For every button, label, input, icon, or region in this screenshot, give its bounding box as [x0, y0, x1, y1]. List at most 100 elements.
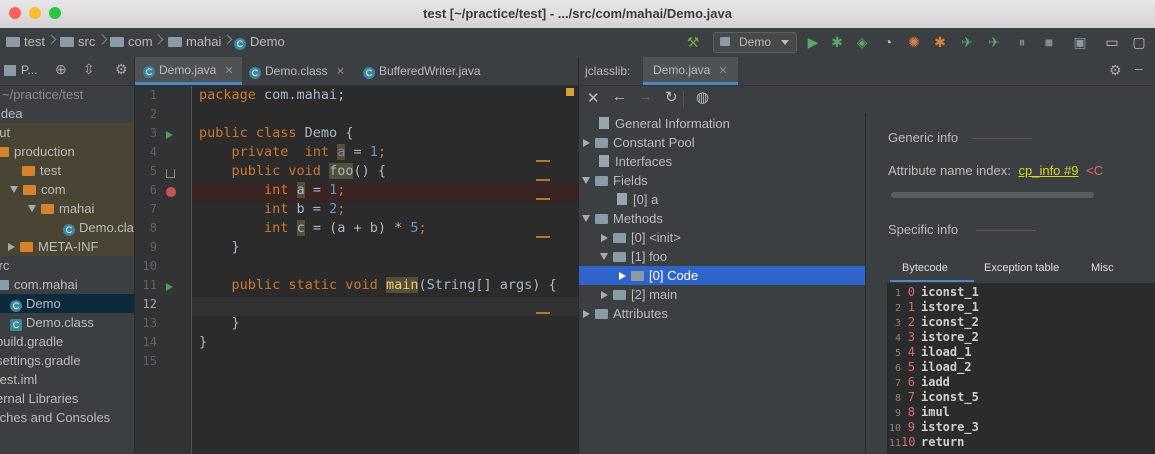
close-icon[interactable]: ✕ — [224, 65, 233, 77]
tree-item-general-information[interactable]: General Information — [599, 114, 730, 133]
tree-item-fields[interactable]: Fields — [582, 171, 648, 190]
code-editor[interactable]: package com.mahai; public class Demo { p… — [192, 86, 578, 454]
tree-item-meta-inf[interactable]: META-INF — [8, 237, 98, 256]
code-line-1: package com.mahai; — [199, 87, 346, 103]
tree-item-out[interactable]: out — [0, 123, 10, 142]
close-icon[interactable]: ✕ — [718, 65, 727, 77]
breadcrumb-demo[interactable]: C Demo — [234, 34, 285, 50]
tree-item-demo-class[interactable]: C Demo.class — [10, 313, 94, 332]
run-config-select[interactable]: Demo — [713, 32, 797, 53]
collapsed-arrow-icon[interactable] — [8, 243, 15, 251]
collapsed-arrow-icon[interactable] — [583, 139, 590, 147]
breadcrumb-mahai[interactable]: mahai — [168, 34, 221, 49]
error-stripe-mark[interactable] — [536, 160, 550, 162]
close-icon[interactable]: ✕ — [587, 89, 600, 107]
project-icon — [4, 65, 16, 76]
stop-icon[interactable]: ■ — [1040, 33, 1058, 51]
tree-item-root[interactable]: ~/practice/test — [2, 85, 83, 104]
tree-item-mahai[interactable]: mahai — [28, 199, 94, 218]
expand-arrow-icon[interactable] — [582, 177, 590, 184]
pause-icon[interactable]: ⏸ — [1013, 33, 1031, 51]
tree-item-demo-class-out[interactable]: C Demo.cla — [63, 218, 134, 237]
error-stripe-mark[interactable] — [536, 198, 550, 200]
breadcrumb-src[interactable]: src — [60, 34, 95, 49]
profile-icon[interactable]: ◔ — [879, 33, 897, 51]
gear-icon[interactable]: ⚙ — [1109, 62, 1122, 79]
tab-demo-java[interactable]: C Demo.java ✕ — [135, 57, 242, 85]
tree-item-external-libraries[interactable]: ernal Libraries — [0, 389, 78, 408]
close-icon[interactable]: ✕ — [336, 66, 345, 78]
forward-arrow-icon[interactable]: → — [638, 88, 653, 105]
folder-icon — [595, 309, 608, 319]
tree-item-code[interactable]: [0] Code — [619, 266, 698, 285]
tab-jclasslib-demo-java[interactable]: Demo.java ✕ — [643, 57, 738, 85]
back-arrow-icon[interactable]: ← — [612, 88, 627, 105]
tree-item-test-iml[interactable]: test.iml — [0, 370, 37, 389]
tree-item-method-foo[interactable]: [1] foo — [600, 247, 667, 266]
collapsed-arrow-icon[interactable] — [619, 272, 626, 280]
jrebel-run-icon[interactable]: ✈ — [958, 33, 976, 51]
bytecode-row: 1 0 iconst_1 — [894, 285, 979, 299]
concurrency-icon[interactable]: ✺ — [905, 33, 923, 51]
fold-icon[interactable] — [166, 169, 175, 178]
error-stripe-mark[interactable] — [536, 236, 550, 238]
error-stripe-mark[interactable] — [536, 179, 550, 181]
expand-arrow-icon[interactable] — [28, 205, 36, 212]
window-icon[interactable]: ▢ — [1130, 33, 1148, 51]
tree-item-demo[interactable]: C Demo — [10, 294, 61, 313]
bug-icon[interactable]: ✱ — [931, 33, 949, 51]
tree-item-test[interactable]: test — [22, 161, 61, 180]
breadcrumb-test[interactable]: test — [6, 34, 45, 49]
collapse-icon[interactable]: ⇳ — [83, 61, 95, 78]
tab-exception-table[interactable]: Exception table — [984, 262, 1059, 274]
run-icon[interactable]: ▶ — [804, 33, 822, 51]
bytecode-listing[interactable]: 1 0 iconst_1 2 1 istore_1 3 2 iconst_2 4 3 istor… — [887, 283, 1155, 454]
tree-item-src[interactable]: src — [0, 256, 9, 275]
breadcrumb-com[interactable]: com — [110, 34, 153, 49]
locate-icon[interactable]: ⊕ — [55, 61, 67, 78]
collapsed-arrow-icon[interactable] — [601, 291, 608, 299]
expand-arrow-icon[interactable] — [600, 253, 608, 260]
minimize-icon[interactable]: – — [1135, 60, 1143, 76]
warning-marker-icon[interactable] — [566, 88, 574, 96]
run-gutter-icon[interactable] — [166, 131, 173, 139]
class-structure-tree: General Information Constant Pool Interf… — [578, 113, 865, 454]
tree-item-com[interactable]: com — [10, 180, 66, 199]
code-line-7: int b = 2; — [264, 201, 346, 217]
collapsed-arrow-icon[interactable] — [583, 310, 590, 318]
tree-item-interfaces[interactable]: Interfaces — [599, 152, 672, 171]
tree-item-methods[interactable]: Methods — [582, 209, 663, 228]
expand-arrow-icon[interactable] — [582, 215, 590, 222]
terminal-icon[interactable]: ▭ — [1103, 33, 1121, 51]
tab-bufferedwriter-java[interactable]: C BufferedWriter.java — [355, 57, 489, 85]
tree-item-method-init[interactable]: [0] <init> — [601, 228, 681, 247]
tab-misc[interactable]: Misc — [1091, 262, 1114, 274]
run-gutter-icon[interactable] — [166, 283, 173, 291]
build-hammer-icon[interactable]: ⚒ — [684, 33, 702, 51]
project-structure-icon[interactable]: ▣ — [1071, 33, 1089, 51]
refresh-icon[interactable]: ↻ — [665, 88, 678, 106]
debug-icon[interactable]: ✱ — [828, 33, 846, 51]
tree-item-field-a[interactable]: [0] a — [617, 190, 658, 209]
breakpoint-icon[interactable] — [166, 187, 176, 197]
coverage-icon[interactable]: ◈ — [853, 33, 871, 51]
browser-icon[interactable]: ◍ — [696, 88, 709, 106]
expand-arrow-icon[interactable] — [10, 186, 18, 193]
tree-item-constant-pool[interactable]: Constant Pool — [583, 133, 695, 152]
tree-item-method-main[interactable]: [2] main — [601, 285, 677, 304]
horizontal-scrollbar[interactable] — [891, 192, 1094, 198]
tab-demo-class[interactable]: C Demo.class ✕ — [241, 57, 353, 85]
gear-icon[interactable]: ⚙ — [115, 61, 128, 78]
tab-bytecode[interactable]: Bytecode — [902, 262, 948, 274]
tree-item-attributes[interactable]: Attributes — [583, 304, 668, 323]
collapsed-arrow-icon[interactable] — [601, 234, 608, 242]
tree-item-com-mahai[interactable]: com.mahai — [0, 275, 78, 294]
tree-item-scratches[interactable]: tches and Consoles — [0, 408, 110, 427]
jrebel-debug-icon[interactable]: ✈ — [985, 33, 1003, 51]
tree-item-production[interactable]: production — [0, 142, 75, 161]
cp-info-link[interactable]: cp_info #9 — [1018, 163, 1078, 178]
error-stripe-mark[interactable] — [536, 312, 550, 314]
tree-item-settings-gradle[interactable]: settings.gradle — [0, 351, 81, 370]
tree-item-build-gradle[interactable]: build.gradle — [0, 332, 63, 351]
tree-item-idea[interactable]: idea — [0, 104, 23, 123]
